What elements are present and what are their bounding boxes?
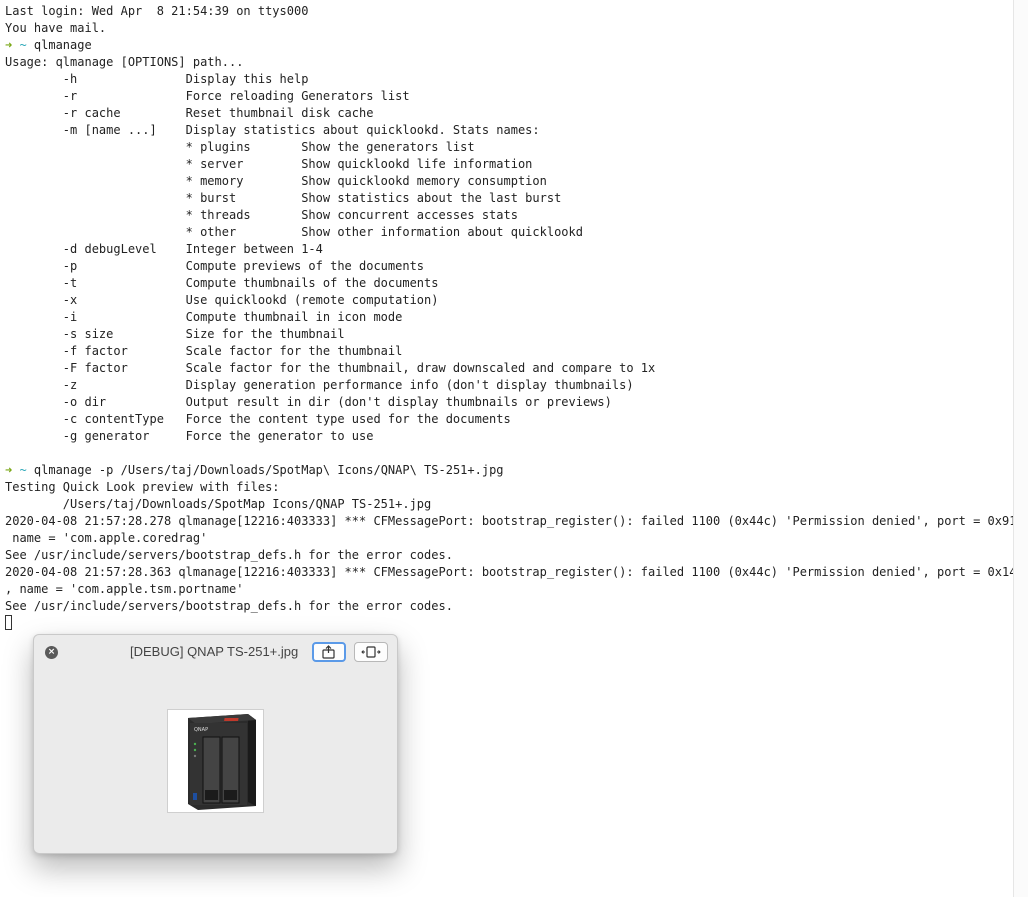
close-icon[interactable]: × xyxy=(45,646,58,659)
prompt-cwd: ~ xyxy=(12,38,27,52)
fullscreen-button[interactable] xyxy=(354,642,388,662)
terminal-output[interactable]: Last login: Wed Apr 8 21:54:39 on ttys00… xyxy=(5,3,1028,632)
terminal-output-line: * threads Show concurrent accesses stats xyxy=(5,208,518,222)
quicklook-preview-window[interactable]: × [DEBUG] QNAP TS-251+.jpg QNAP xyxy=(33,634,398,854)
terminal-output-line: You have mail. xyxy=(5,21,107,35)
terminal-output-line: See /usr/include/servers/bootstrap_defs.… xyxy=(5,599,453,613)
terminal-output-line: -t Compute thumbnails of the documents xyxy=(5,276,439,290)
brand-label: QNAP xyxy=(194,727,208,733)
fullscreen-icon xyxy=(361,646,381,658)
prompt-command: qlmanage xyxy=(26,38,92,52)
terminal-output-line: 2020-04-08 21:57:28.363 qlmanage[12216:4… xyxy=(5,565,1028,579)
terminal-output-line: Usage: qlmanage [OPTIONS] path... xyxy=(5,55,244,69)
share-open-icon xyxy=(322,645,335,659)
terminal-cursor-line[interactable] xyxy=(5,615,1013,632)
terminal-output-line: * server Show quicklookd life informatio… xyxy=(5,157,533,171)
terminal-output-line: -h Display this help xyxy=(5,72,309,86)
terminal-prompt-line: ➜ ~ qlmanage xyxy=(5,37,1013,54)
terminal-output-line: Last login: Wed Apr 8 21:54:39 on ttys00… xyxy=(5,4,309,18)
terminal-output-line: * burst Show statistics about the last b… xyxy=(5,191,562,205)
open-with-button[interactable] xyxy=(312,642,346,662)
image-preview: QNAP xyxy=(167,709,264,813)
nas-device-image: QNAP xyxy=(188,714,256,810)
terminal-output-line: See /usr/include/servers/bootstrap_defs.… xyxy=(5,548,453,562)
terminal-output-line: -f factor Scale factor for the thumbnail xyxy=(5,344,403,358)
terminal-output-line: , name = 'com.apple.tsm.portname' xyxy=(5,582,244,596)
terminal-output-line: * plugins Show the generators list xyxy=(5,140,475,154)
terminal-output-line: -i Compute thumbnail in icon mode xyxy=(5,310,403,324)
terminal-prompt-line: ➜ ~ qlmanage -p /Users/taj/Downloads/Spo… xyxy=(5,462,1013,479)
terminal-output-line: -o dir Output result in dir (don't displ… xyxy=(5,395,612,409)
text-cursor xyxy=(5,615,12,630)
terminal-output-line: name = 'com.apple.coredrag' xyxy=(5,531,208,545)
terminal-output-line: -g generator Force the generator to use xyxy=(5,429,374,443)
terminal-output-line: * other Show other information about qui… xyxy=(5,225,583,239)
terminal-output-line: -c contentType Force the content type us… xyxy=(5,412,511,426)
terminal-output-line: -p Compute previews of the documents xyxy=(5,259,425,273)
terminal-output-line: * memory Show quicklookd memory consumpt… xyxy=(5,174,547,188)
terminal-output-line: 2020-04-08 21:57:28.278 qlmanage[12216:4… xyxy=(5,514,1028,528)
prompt-command: qlmanage -p /Users/taj/Downloads/SpotMap… xyxy=(26,463,504,477)
quicklook-window-title: [DEBUG] QNAP TS-251+.jpg xyxy=(130,644,299,659)
terminal-output-line: -z Display generation performance info (… xyxy=(5,378,634,392)
terminal-output-line: -F factor Scale factor for the thumbnail… xyxy=(5,361,656,375)
terminal-output-line: -r Force reloading Generators list xyxy=(5,89,410,103)
terminal-output-line: -r cache Reset thumbnail disk cache xyxy=(5,106,374,120)
terminal-output-line: -m [name ...] Display statistics about q… xyxy=(5,123,540,137)
terminal-output-line: /Users/taj/Downloads/SpotMap Icons/QNAP … xyxy=(5,497,432,511)
prompt-cwd: ~ xyxy=(12,463,27,477)
terminal-scrollbar[interactable] xyxy=(1013,0,1028,897)
terminal-output-line: -d debugLevel Integer between 1-4 xyxy=(5,242,323,256)
terminal-output-line: -x Use quicklookd (remote computation) xyxy=(5,293,439,307)
terminal-output-line: Testing Quick Look preview with files: xyxy=(5,480,280,494)
terminal-output-line: -s size Size for the thumbnail xyxy=(5,327,345,341)
